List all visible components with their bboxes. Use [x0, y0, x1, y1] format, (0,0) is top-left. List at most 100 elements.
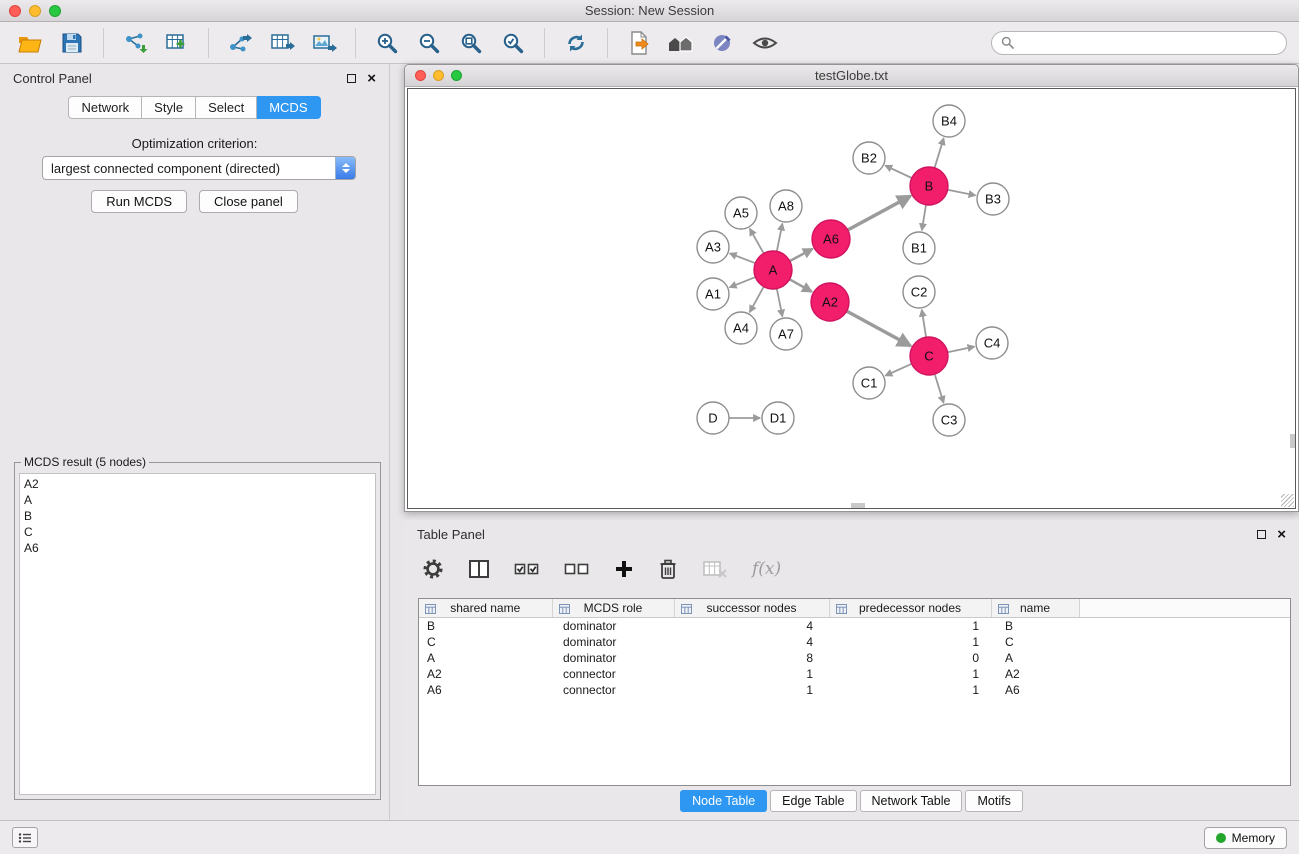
node-A[interactable]: A [754, 251, 792, 289]
node-A3[interactable]: A3 [697, 231, 729, 263]
edge-B-B3[interactable] [948, 190, 976, 196]
table-row[interactable]: Bdominator41B [419, 617, 1290, 634]
tab-style[interactable]: Style [142, 96, 196, 119]
open-folder-icon[interactable] [12, 26, 48, 60]
node-B4[interactable]: B4 [933, 105, 965, 137]
node-C1[interactable]: C1 [853, 367, 885, 399]
float-table-panel-icon[interactable] [1257, 530, 1266, 539]
network-maximize-button[interactable] [451, 70, 462, 81]
edge-A-A1[interactable] [730, 277, 756, 287]
show-details-eye-icon[interactable] [747, 26, 783, 60]
table-settings-gear-icon[interactable] [422, 556, 444, 582]
delete-rows-trash-icon[interactable] [658, 556, 678, 582]
search-box[interactable] [991, 31, 1287, 55]
mcds-result-item[interactable]: A [24, 492, 371, 508]
tab-edge-table[interactable]: Edge Table [770, 790, 856, 812]
zoom-fit-icon[interactable] [453, 26, 489, 60]
edge-A-A8[interactable] [777, 224, 783, 252]
mcds-result-item[interactable]: A6 [24, 540, 371, 556]
edge-C-C4[interactable] [948, 347, 975, 353]
tab-node-table[interactable]: Node Table [680, 790, 767, 812]
edge-A6-B[interactable] [848, 196, 911, 230]
table-row[interactable]: A6connector11A6 [419, 682, 1290, 698]
node-D[interactable]: D [697, 402, 729, 434]
maximize-window-button[interactable] [49, 5, 61, 17]
tab-network-table[interactable]: Network Table [860, 790, 963, 812]
tab-motifs[interactable]: Motifs [965, 790, 1022, 812]
edge-A-A2[interactable] [790, 279, 812, 291]
export-network-icon[interactable] [222, 26, 258, 60]
node-A6[interactable]: A6 [812, 220, 850, 258]
save-session-icon[interactable] [54, 26, 90, 60]
tab-network[interactable]: Network [68, 96, 142, 119]
edge-C-C3[interactable] [935, 374, 944, 403]
edge-C-C1[interactable] [885, 364, 911, 376]
node-B[interactable]: B [910, 167, 948, 205]
close-window-button[interactable] [9, 5, 21, 17]
mcds-result-list[interactable]: A2ABCA6 [19, 473, 376, 795]
node-A1[interactable]: A1 [697, 278, 729, 310]
network-close-button[interactable] [415, 70, 426, 81]
mcds-result-item[interactable]: C [24, 524, 371, 540]
tab-mcds[interactable]: MCDS [257, 96, 320, 119]
edge-A-A4[interactable] [750, 287, 764, 313]
minimize-window-button[interactable] [29, 5, 41, 17]
show-columns-icon[interactable] [468, 556, 490, 582]
edge-B-B1[interactable] [922, 205, 926, 230]
node-B2[interactable]: B2 [853, 142, 885, 174]
column-header-MCDS-role[interactable]: MCDS role [552, 599, 674, 617]
node-A8[interactable]: A8 [770, 190, 802, 222]
mcds-result-item[interactable]: A2 [24, 476, 371, 492]
edge-A-A7[interactable] [777, 289, 783, 317]
close-panel-button[interactable]: Close panel [199, 190, 298, 213]
close-panel-icon[interactable]: × [367, 71, 376, 86]
zoom-out-icon[interactable] [411, 26, 447, 60]
zoom-selected-icon[interactable] [495, 26, 531, 60]
task-history-button[interactable] [12, 827, 38, 848]
add-row-icon[interactable] [614, 556, 634, 582]
import-network-icon[interactable] [117, 26, 153, 60]
node-C3[interactable]: C3 [933, 404, 965, 436]
edge-A-A6[interactable] [790, 249, 813, 261]
export-table-icon[interactable] [264, 26, 300, 60]
zoom-in-icon[interactable] [369, 26, 405, 60]
refresh-view-icon[interactable] [558, 26, 594, 60]
clear-selection-icon[interactable] [564, 556, 590, 582]
table-row[interactable]: Adominator80A [419, 650, 1290, 666]
node-A7[interactable]: A7 [770, 318, 802, 350]
node-D1[interactable]: D1 [762, 402, 794, 434]
memory-button[interactable]: Memory [1204, 827, 1287, 849]
resize-grip-icon[interactable] [1281, 494, 1294, 507]
node-C4[interactable]: C4 [976, 327, 1008, 359]
edge-A-A3[interactable] [730, 253, 756, 263]
function-builder-icon[interactable]: f(x) [752, 556, 781, 582]
export-image-icon[interactable] [306, 26, 342, 60]
search-input[interactable] [1019, 35, 1277, 50]
edge-A2-C[interactable] [847, 311, 911, 346]
close-table-panel-icon[interactable]: × [1277, 527, 1286, 542]
node-A2[interactable]: A2 [811, 283, 849, 321]
column-header-shared-name[interactable]: shared name [419, 599, 552, 617]
page-export-icon[interactable] [621, 26, 657, 60]
node-C2[interactable]: C2 [903, 276, 935, 308]
import-table-icon[interactable] [159, 26, 195, 60]
edge-C-C2[interactable] [922, 310, 926, 337]
column-header-name[interactable]: name [991, 599, 1079, 617]
node-A4[interactable]: A4 [725, 312, 757, 344]
network-overview-icon[interactable] [663, 26, 699, 60]
annotation-icon[interactable] [705, 26, 741, 60]
edge-B-B4[interactable] [935, 138, 944, 168]
dropdown-stepper-icon[interactable] [335, 156, 355, 180]
network-minimize-button[interactable] [433, 70, 444, 81]
delete-table-icon[interactable] [702, 556, 728, 582]
run-mcds-button[interactable]: Run MCDS [91, 190, 187, 213]
tab-select[interactable]: Select [196, 96, 257, 119]
table-row[interactable]: Cdominator41C [419, 634, 1290, 650]
node-A5[interactable]: A5 [725, 197, 757, 229]
node-B3[interactable]: B3 [977, 183, 1009, 215]
optimization-dropdown[interactable]: largest connected component (directed) [42, 156, 356, 180]
table-row[interactable]: A2connector11A2 [419, 666, 1290, 682]
column-header-successor-nodes[interactable]: successor nodes [674, 599, 829, 617]
edge-B-B2[interactable] [885, 166, 912, 178]
edge-A-A5[interactable] [750, 229, 764, 254]
